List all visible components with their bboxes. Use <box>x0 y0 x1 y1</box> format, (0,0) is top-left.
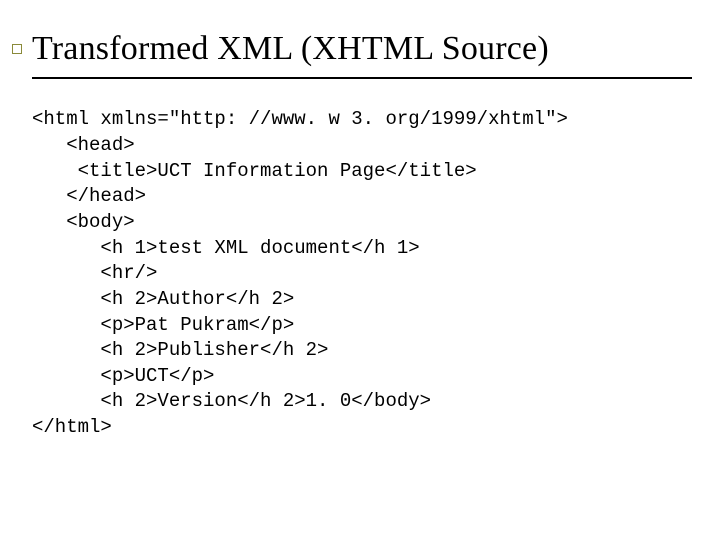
code-line: <head> <box>32 134 135 156</box>
code-line: <h 2>Version</h 2>1. 0</body> <box>32 390 431 412</box>
code-line: </head> <box>32 185 146 207</box>
title-bullet-icon <box>12 44 22 54</box>
slide: Transformed XML (XHTML Source) <html xml… <box>0 0 720 540</box>
code-line: <body> <box>32 211 135 233</box>
title-underline: Transformed XML (XHTML Source) <box>32 30 692 79</box>
code-line: <h 2>Author</h 2> <box>32 288 294 310</box>
code-block: <html xmlns="http: //www. w 3. org/1999/… <box>32 107 692 440</box>
code-line: <p>Pat Pukram</p> <box>32 314 294 336</box>
slide-title: Transformed XML (XHTML Source) <box>32 30 692 67</box>
code-line: </html> <box>32 416 112 438</box>
code-line: <hr/> <box>32 262 157 284</box>
code-line: <h 2>Publisher</h 2> <box>32 339 328 361</box>
code-line: <html xmlns="http: //www. w 3. org/1999/… <box>32 108 568 130</box>
code-line: <h 1>test XML document</h 1> <box>32 237 420 259</box>
code-line: <title>UCT Information Page</title> <box>32 160 477 182</box>
code-line: <p>UCT</p> <box>32 365 214 387</box>
